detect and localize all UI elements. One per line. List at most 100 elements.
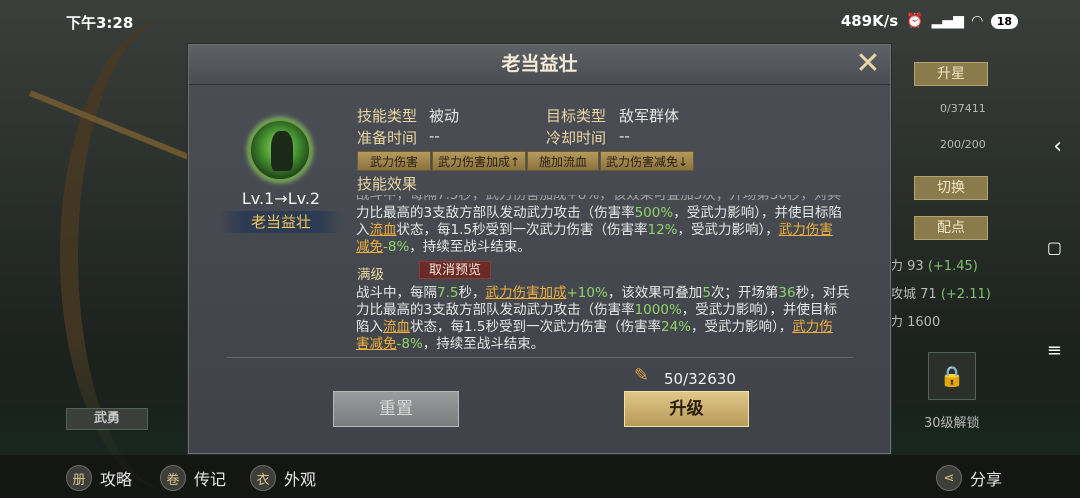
biography-button[interactable]: 卷 传记 bbox=[160, 465, 226, 491]
clock: 下午3:28 bbox=[66, 14, 134, 32]
home-nav-icon[interactable]: ▢ bbox=[1047, 238, 1062, 257]
reset-button[interactable]: 重置 bbox=[333, 391, 459, 427]
damage-reduction-link[interactable]: 害减免 bbox=[356, 336, 397, 352]
status-right: 489K/s ⏰ ▂▄▆ ◠ 18 bbox=[841, 12, 1018, 30]
desc-text: ，受武力影响）， bbox=[691, 319, 793, 335]
max-desc-line: 陷入流血状态，每1.5秒受到一次武力伤害（伤害率24%，受武力影响），武力伤 bbox=[356, 319, 856, 336]
stat-delta: (+1.45) bbox=[927, 259, 978, 274]
appearance-icon: 衣 bbox=[250, 465, 276, 491]
prep-time-label: 准备时间 bbox=[357, 129, 418, 147]
star-progress: 0/37411 bbox=[940, 102, 986, 115]
desc-value: -8% bbox=[396, 336, 423, 352]
skill-tag: 武力伤害 bbox=[357, 151, 431, 171]
biography-label: 传记 bbox=[194, 470, 227, 489]
skill-type-label: 技能类型 bbox=[357, 107, 418, 125]
lock-icon: 🔒 bbox=[939, 364, 965, 388]
desc-text: 战斗中，每隔 bbox=[356, 285, 437, 301]
skill-name: 老当益壮 bbox=[219, 211, 343, 233]
desc-value: 7.5 bbox=[437, 285, 459, 301]
switch-button[interactable]: 切换 bbox=[914, 176, 988, 200]
desc-text: 秒， bbox=[458, 285, 486, 301]
damage-bonus-link[interactable]: 武力伤害加成 bbox=[485, 285, 566, 301]
dialog-title: 老当益壮 bbox=[501, 53, 578, 75]
share-label: 分享 bbox=[970, 470, 1003, 489]
skill-figure-art bbox=[271, 131, 293, 171]
max-level-label: 满级 bbox=[357, 267, 384, 283]
cooldown-value: -- bbox=[619, 127, 630, 145]
dialog-header: 老当益壮 bbox=[189, 45, 890, 85]
cancel-preview-button[interactable]: 取消预览 bbox=[419, 261, 491, 279]
upgrade-cost: 50/32630 bbox=[664, 370, 736, 388]
target-type-value: 敌军群体 bbox=[619, 107, 680, 125]
bleed-link[interactable]: 流血 bbox=[370, 222, 397, 238]
share-icon: ⋖ bbox=[936, 465, 962, 491]
current-desc-line: 减免-8%，持续至战斗结束。 bbox=[356, 239, 856, 256]
skill-tag: 武力伤害加成↑ bbox=[432, 151, 526, 171]
desc-text: ，受武力影响）， bbox=[677, 222, 779, 238]
desc-value: 500% bbox=[634, 205, 674, 221]
battery-icon: 18 bbox=[990, 13, 1018, 29]
appearance-button[interactable]: 衣 外观 bbox=[250, 465, 316, 491]
desc-text: 战斗中，每隔7.5秒，武力伤害加成+8%，该效果可叠加5次；开场第36秒，对兵 bbox=[356, 195, 841, 203]
max-desc-line: 战斗中，每隔7.5秒，武力伤害加成+10%，该效果可叠加5次；开场第36秒，对兵 bbox=[356, 285, 856, 302]
wifi-icon: ◠ bbox=[971, 13, 983, 29]
assign-points-button[interactable]: 配点 bbox=[914, 216, 988, 240]
desc-text: 陷入 bbox=[356, 319, 383, 335]
desc-text: ，受武力影响），并使目标陷 bbox=[673, 205, 842, 221]
desc-text: 状态，每1.5秒受到一次武力伤害（伤害率 bbox=[396, 222, 648, 238]
desc-value: 12% bbox=[647, 222, 678, 238]
locked-slot[interactable]: 🔒 bbox=[928, 352, 976, 400]
scroll-icon: 卷 bbox=[160, 465, 186, 491]
current-desc-line: 战斗中，每隔7.5秒，武力伤害加成+8%，该效果可叠加5次；开场第36秒，对兵 bbox=[356, 195, 856, 204]
current-desc-line: 力比最高的3支敌方部队发动武力攻击（伤害率500%，受武力影响），并使目标陷 bbox=[356, 205, 856, 222]
max-desc-line: 力比最高的3支敌方部队发动武力攻击（伤害率1000%，受武力影响），并使目标 bbox=[356, 302, 856, 319]
max-desc-line: 害减免-8%，持续至战斗结束。 bbox=[356, 336, 856, 353]
stat-label: 力 1600 bbox=[890, 315, 941, 330]
stat-delta: (+2.11) bbox=[940, 287, 991, 302]
desc-text: 力比最高的3支敌方部队发动武力攻击（伤害率 bbox=[356, 205, 635, 221]
skill-type-value: 被动 bbox=[429, 107, 460, 125]
stat-row: 力 1600 bbox=[890, 311, 940, 330]
desc-text: ，受武力影响），并使目标 bbox=[681, 302, 838, 318]
stat-row: 力 93 (+1.45) bbox=[890, 255, 978, 274]
desc-text: ，持续至战斗结束。 bbox=[409, 239, 531, 255]
damage-reduction-link[interactable]: 武力伤 bbox=[792, 319, 833, 335]
skill-scroll-icon: ✎ bbox=[634, 365, 650, 386]
desc-text: 力比最高的3支敌方部队发动武力攻击（伤害率 bbox=[356, 302, 635, 318]
damage-reduction-link[interactable]: 武力伤害 bbox=[779, 222, 833, 238]
close-icon[interactable]: ✕ bbox=[852, 49, 884, 81]
desc-value: 36 bbox=[778, 285, 796, 301]
cooldown-label: 冷却时间 bbox=[546, 129, 607, 147]
skill-tag: 武力伤害减免↓ bbox=[600, 151, 694, 171]
book-icon: 册 bbox=[66, 465, 92, 491]
skill-level-change: Lv.1→Lv.2 bbox=[241, 189, 321, 208]
upgrade-button[interactable]: 升级 bbox=[624, 391, 749, 427]
strategy-button[interactable]: 册 攻略 bbox=[66, 465, 132, 491]
desc-text: ，该效果可叠加 bbox=[607, 285, 703, 301]
prep-time-value: -- bbox=[429, 127, 440, 145]
back-nav-icon[interactable]: ‹ bbox=[1053, 134, 1062, 159]
skill-icon bbox=[248, 118, 312, 182]
desc-text: 秒，对兵 bbox=[795, 285, 850, 301]
desc-value: 1000% bbox=[634, 302, 682, 318]
desc-text: 入 bbox=[356, 222, 370, 238]
skill-tag: 施加流血 bbox=[527, 151, 599, 171]
target-type-label: 目标类型 bbox=[546, 107, 607, 125]
stat-label: 力 93 bbox=[890, 259, 924, 274]
damage-reduction-link[interactable]: 减免 bbox=[356, 239, 383, 255]
stat-label: 攻城 71 bbox=[890, 287, 937, 302]
recents-nav-icon[interactable]: ≡ bbox=[1047, 340, 1062, 361]
share-button[interactable]: ⋖ 分享 bbox=[936, 465, 1002, 491]
alarm-icon: ⏰ bbox=[906, 13, 924, 29]
desc-text: 状态，每1.5秒受到一次武力伤害（伤害率 bbox=[410, 319, 661, 335]
current-desc-line: 入流血状态，每1.5秒受到一次武力伤害（伤害率12%，受武力影响），武力伤害 bbox=[356, 222, 856, 239]
star-up-button[interactable]: 升星 bbox=[914, 62, 988, 86]
strategy-label: 攻略 bbox=[100, 470, 133, 489]
desc-value: -8% bbox=[383, 239, 410, 255]
net-speed: 489K/s bbox=[840, 12, 899, 30]
desc-text: ，持续至战斗结束。 bbox=[422, 336, 545, 352]
bleed-link[interactable]: 流血 bbox=[383, 319, 410, 335]
troop-progress: 200/200 bbox=[940, 138, 986, 151]
bottom-bar: 册 攻略 卷 传记 衣 外观 ⋖ 分享 bbox=[0, 455, 1080, 498]
lock-hint: 30级解锁 bbox=[924, 416, 980, 431]
